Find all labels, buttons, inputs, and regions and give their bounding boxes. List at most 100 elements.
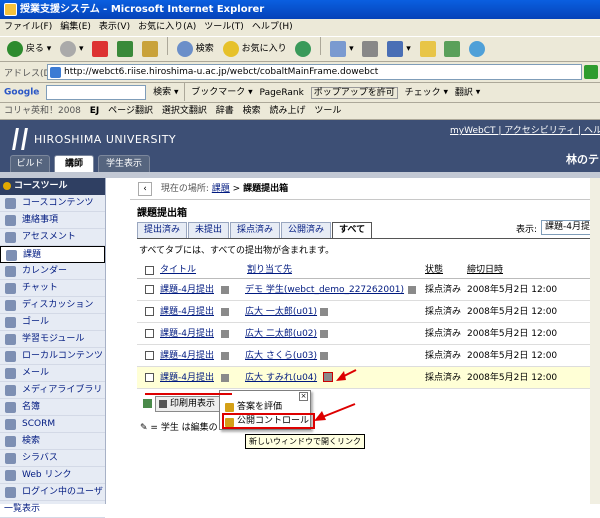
ext-search[interactable]: 検索 xyxy=(243,106,261,116)
action-menu-icon[interactable] xyxy=(221,374,229,382)
go-icon[interactable] xyxy=(584,65,598,79)
menu-edit[interactable]: 編集(E) xyxy=(56,19,95,36)
row-title-link[interactable]: 課題-4月提出 xyxy=(160,301,214,323)
google-search-button[interactable]: 検索 xyxy=(153,88,171,98)
row-title-link[interactable]: 課題-4月提出 xyxy=(160,323,214,345)
tab-graded[interactable]: 採点済み xyxy=(230,222,281,238)
action-menu-icon[interactable] xyxy=(320,330,328,338)
col-title[interactable]: タイトル xyxy=(160,261,196,279)
google-popup-button[interactable]: ポップアップを許可 xyxy=(310,86,398,99)
menu-item-grade[interactable]: 答案を評価 xyxy=(224,400,282,414)
address-input[interactable]: http://webct6.riise.hiroshima-u.ac.jp/we… xyxy=(47,64,582,80)
tab-published[interactable]: 公開済み xyxy=(281,222,332,238)
action-menu-icon[interactable] xyxy=(221,308,229,316)
messenger-button[interactable] xyxy=(466,38,488,60)
row-assign-link[interactable]: 広大 すみれ(u04) xyxy=(245,367,317,389)
action-menu-icon[interactable] xyxy=(320,352,328,360)
row-checkbox[interactable] xyxy=(145,285,154,294)
menu-view[interactable]: 表示(V) xyxy=(95,19,134,36)
search-button[interactable]: 検索 xyxy=(174,38,217,60)
sidebar-item-goals[interactable]: ゴール xyxy=(0,314,105,331)
mail-button[interactable]: ▾ xyxy=(327,38,356,60)
action-menu-icon[interactable] xyxy=(320,308,328,316)
action-menu-icon[interactable] xyxy=(221,352,229,360)
research-button[interactable] xyxy=(441,38,463,60)
breadcrumb-parent[interactable]: 課題 xyxy=(212,184,230,194)
col-status[interactable]: 状態 xyxy=(425,261,443,279)
row-checkbox[interactable] xyxy=(145,307,154,316)
row-checkbox[interactable] xyxy=(145,373,154,382)
menu-favorites[interactable]: お気に入り(A) xyxy=(134,19,200,36)
highlighted-action-menu-icon[interactable] xyxy=(323,372,333,382)
row-title-link[interactable]: 課題-4月提出 xyxy=(160,279,214,301)
sidebar-item-who-is-online[interactable]: ログイン中のユーザ xyxy=(0,484,105,501)
sidebar-item-roster[interactable]: 名簿 xyxy=(0,399,105,416)
role-tab-student-view[interactable]: 学生表示 xyxy=(98,155,150,172)
tab-not-submitted[interactable]: 未提出 xyxy=(188,222,230,238)
sidebar-item-web-links[interactable]: Web リンク xyxy=(0,467,105,484)
sidebar-item-announcements[interactable]: 連絡事項 xyxy=(0,212,105,229)
sidebar-item-discussion[interactable]: ディスカッション xyxy=(0,297,105,314)
menu-help[interactable]: ヘルプ(H) xyxy=(248,19,297,36)
row-assign-link[interactable]: 広大 一太郎(u01) xyxy=(245,301,317,323)
row-title-link[interactable]: 課題-4月提出 xyxy=(160,345,214,367)
row-title-link[interactable]: 課題-4月提出 xyxy=(160,367,214,389)
role-tab-instructor[interactable]: 講師 xyxy=(54,155,94,172)
col-due[interactable]: 締切日時 xyxy=(467,261,503,279)
ext-read-aloud[interactable]: 読み上げ xyxy=(270,106,306,116)
sidebar-item-scorm[interactable]: SCORM xyxy=(0,416,105,433)
action-menu-icon[interactable] xyxy=(221,330,229,338)
back-button[interactable]: 戻る ▾ xyxy=(4,38,54,60)
action-menu-icon[interactable] xyxy=(408,286,416,294)
header-links[interactable]: myWebCT | アクセシビリティ | ヘルプ xyxy=(450,123,600,136)
tab-all[interactable]: すべて xyxy=(332,222,373,238)
sidebar-item-calendar[interactable]: カレンダー xyxy=(0,263,105,280)
select-all-checkbox[interactable] xyxy=(145,266,154,275)
row-checkbox[interactable] xyxy=(145,351,154,360)
print-view-button[interactable]: 印刷用表示 xyxy=(155,395,221,412)
sidebar-item-assignments[interactable]: 課題 xyxy=(0,246,105,263)
row-assign-link[interactable]: 広大 二太郎(u02) xyxy=(245,323,317,345)
sidebar-item-course-content[interactable]: コースコンテンツ xyxy=(0,195,105,212)
sidebar-item-syllabus[interactable]: シラバス xyxy=(0,450,105,467)
sidebar-item-local-content[interactable]: ローカルコンテンツ xyxy=(0,348,105,365)
vertical-scrollbar[interactable] xyxy=(590,178,600,504)
row-checkbox[interactable] xyxy=(145,329,154,338)
sidebar-item-chat[interactable]: チャット xyxy=(0,280,105,297)
ext-dictionary[interactable]: 辞書 xyxy=(216,106,234,116)
close-icon[interactable]: × xyxy=(299,392,308,401)
folder-button[interactable] xyxy=(417,38,439,60)
favorites-button[interactable]: お気に入り xyxy=(220,38,290,60)
menu-tools[interactable]: ツール(T) xyxy=(200,19,248,36)
google-translate-button[interactable]: 翻訳 xyxy=(455,88,473,98)
tab-submitted[interactable]: 提出済み xyxy=(137,222,188,238)
home-button[interactable] xyxy=(139,38,161,60)
sidebar-item-search[interactable]: 検索 xyxy=(0,433,105,450)
stop-button[interactable] xyxy=(89,38,111,60)
row-assign-link[interactable]: デモ 学生(webct_demo_227262001) xyxy=(245,279,404,301)
sidebar-item-assessments[interactable]: アセスメント xyxy=(0,229,105,246)
refresh-button[interactable] xyxy=(114,38,136,60)
ext-tools[interactable]: ツール xyxy=(314,106,341,116)
google-search-input[interactable] xyxy=(46,84,147,100)
history-button[interactable] xyxy=(292,38,314,60)
action-menu-icon[interactable] xyxy=(221,286,229,294)
menu-file[interactable]: ファイル(F) xyxy=(0,19,56,36)
google-check-button[interactable]: チェック xyxy=(405,88,441,98)
google-bookmark-button[interactable]: ブックマーク xyxy=(191,88,245,98)
ext-selection-translate[interactable]: 選択文翻訳 xyxy=(162,106,207,116)
row-assign-link[interactable]: 広大 さくら(u03) xyxy=(245,345,317,367)
forward-button[interactable]: ▾ xyxy=(57,38,86,60)
back-chevron-icon[interactable]: ‹ xyxy=(138,181,152,196)
ext-ej-button[interactable]: EJ xyxy=(90,106,100,116)
ext-page-translate[interactable]: ページ翻訳 xyxy=(108,106,153,116)
menu-item-release-control[interactable]: 公開コントロール xyxy=(222,413,316,429)
sidebar-item-media-library[interactable]: メディアライブラリ xyxy=(0,382,105,399)
sidebar-item-mail[interactable]: メール xyxy=(0,365,105,382)
role-tab-build[interactable]: ビルド xyxy=(10,155,50,172)
goal-icon xyxy=(5,317,16,328)
sidebar-item-learning-modules[interactable]: 学習モジュール xyxy=(0,331,105,348)
print-toolbar-button[interactable] xyxy=(359,38,381,60)
col-assign[interactable]: 割り当て先 xyxy=(247,261,292,279)
word-button[interactable]: ▾ xyxy=(384,38,413,60)
